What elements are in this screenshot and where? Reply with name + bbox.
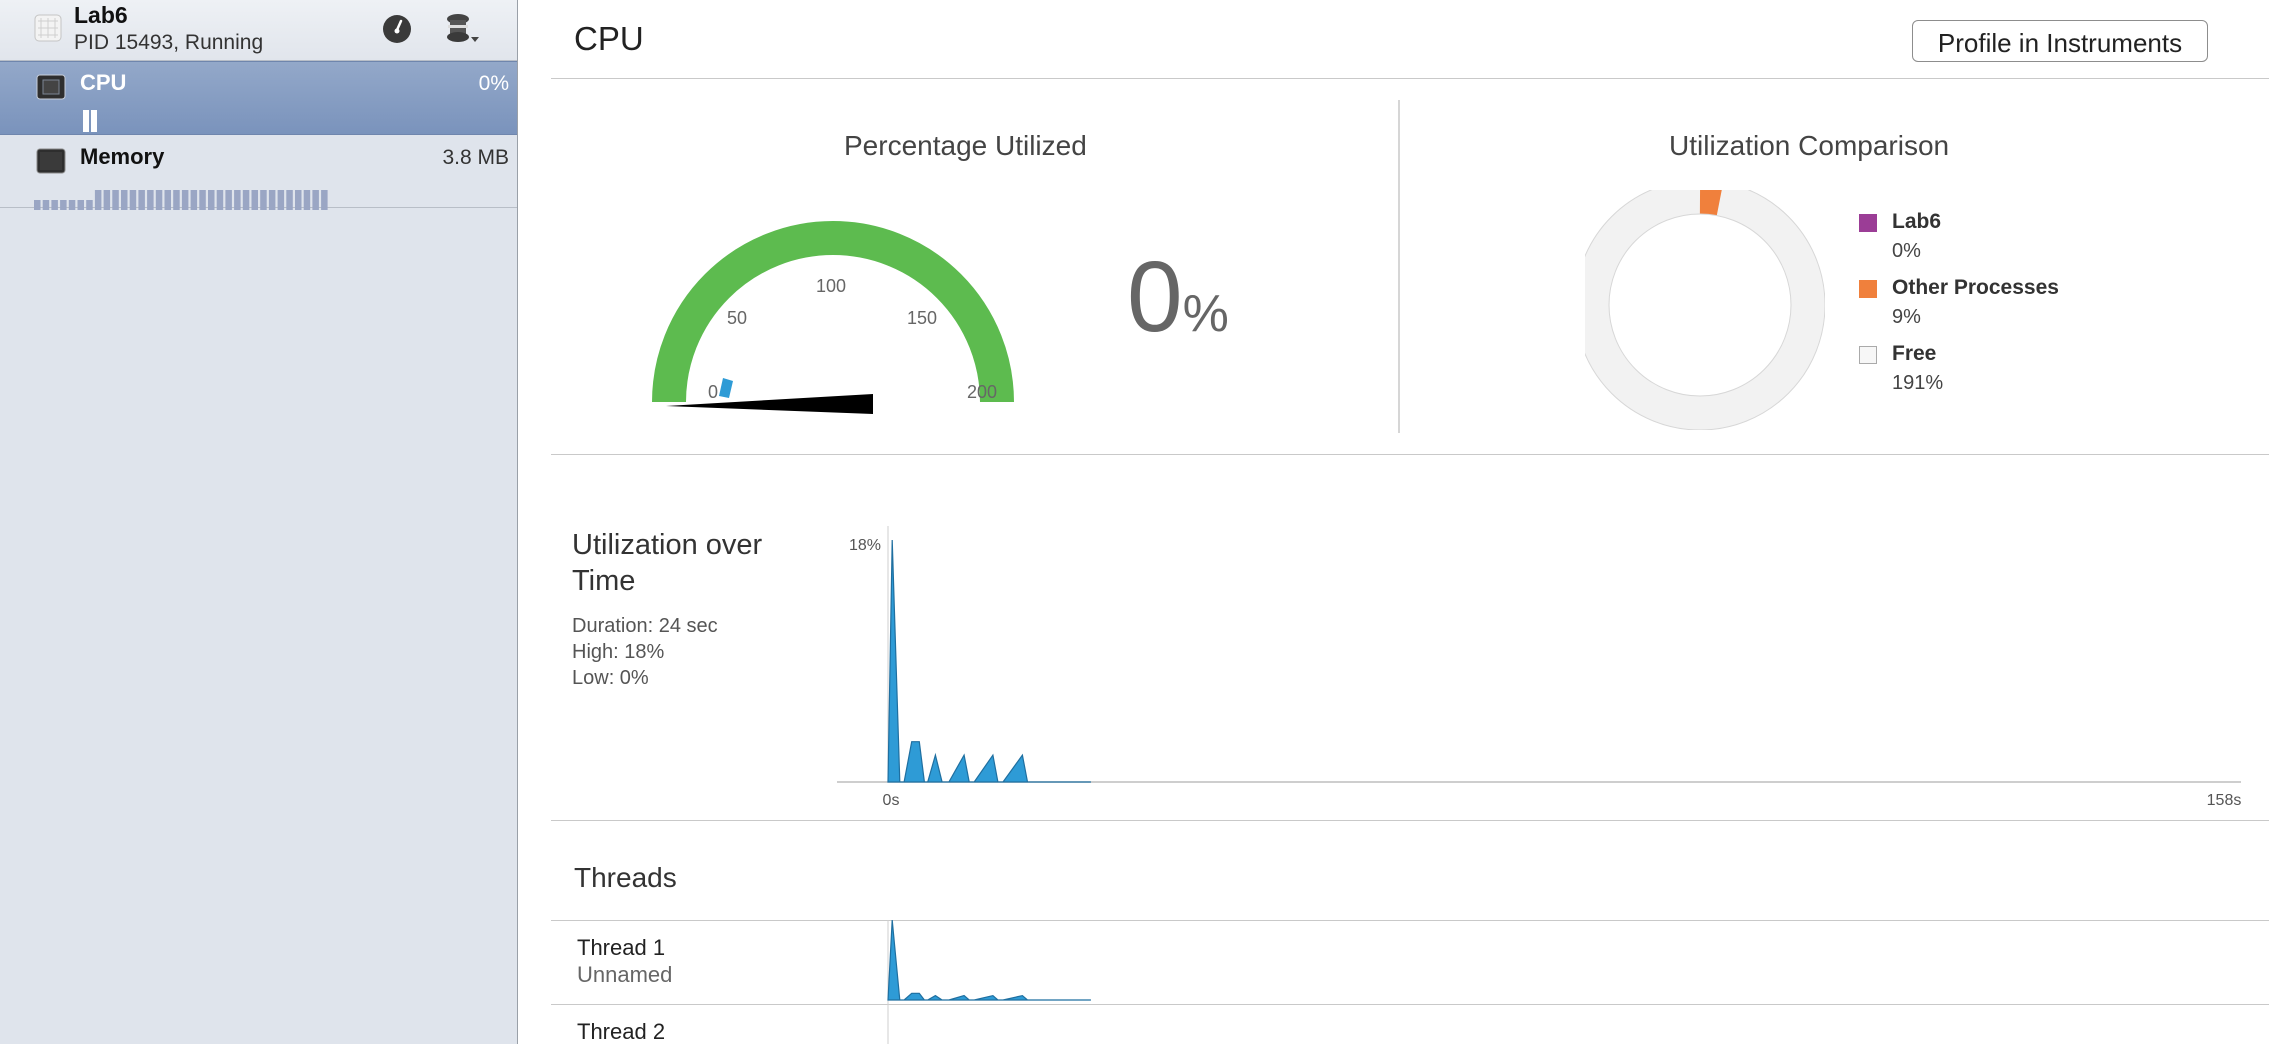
gauge-marker xyxy=(719,378,733,398)
sidebar-item-label: Memory xyxy=(80,144,165,169)
memory-mini-bar xyxy=(208,190,215,210)
memory-mini-bar xyxy=(155,190,163,210)
memory-mini-bar xyxy=(199,190,206,210)
thread-1-activity xyxy=(887,919,1091,1001)
memory-mini-bar xyxy=(147,190,154,210)
memory-mini-bar xyxy=(129,190,137,210)
utilization-gauge: 0 50 100 150 200 xyxy=(652,221,1014,414)
memory-mini-bar xyxy=(303,190,311,210)
memory-mini-bar xyxy=(94,190,102,210)
memory-mini-bar xyxy=(286,190,293,210)
debug-reel-icon[interactable] xyxy=(444,12,480,46)
cpu-report: CPU Profile in Instruments Percentage Ut… xyxy=(519,0,2280,1044)
legend-swatch xyxy=(1859,346,1877,364)
sidebar-item-value: 3.8 MB xyxy=(442,146,509,169)
legend-value: 191% xyxy=(1892,372,1944,394)
sidebar: Lab6 PID 15493, Running CPU 0% Memory 3.… xyxy=(0,0,518,1044)
gauge-tick-label: 100 xyxy=(816,276,846,296)
memory-mini-bar xyxy=(60,200,67,210)
thread-activity-graph xyxy=(887,919,1091,1044)
memory-mini-bar xyxy=(86,200,93,210)
process-status: PID 15493, Running xyxy=(74,31,264,54)
x-end-label: 158s xyxy=(2207,792,2242,809)
memory-mini-bar xyxy=(277,190,285,210)
memory-mini-bar xyxy=(51,200,58,210)
gauge-tick-label: 50 xyxy=(727,308,747,328)
memory-mini-bar xyxy=(121,190,128,210)
utilization-chart: 18% 0s 158s xyxy=(837,526,2242,809)
memory-mini-bar xyxy=(77,200,84,210)
percentage-value: 0% xyxy=(1127,241,1229,353)
divider xyxy=(551,454,2269,455)
cpu-mini-graph xyxy=(83,110,97,132)
memory-mini-bar xyxy=(164,190,171,210)
memory-mini-bar xyxy=(216,190,224,210)
gauge-tick-label: 150 xyxy=(907,308,937,328)
memory-mini-bar xyxy=(138,190,145,210)
memory-mini-bar xyxy=(251,190,258,210)
sidebar-item-memory[interactable]: Memory 3.8 MB xyxy=(0,136,517,210)
comparison-donut xyxy=(1585,190,1825,430)
legend-swatch xyxy=(1859,280,1877,298)
donut-other-slice xyxy=(1699,190,1722,216)
memory-mini-bar xyxy=(112,190,119,210)
donut-free-slice xyxy=(1585,190,1825,430)
legend-value: 0% xyxy=(1892,240,1921,262)
profile-in-instruments-button[interactable]: Profile in Instruments xyxy=(1912,20,2208,62)
memory-mini-bar xyxy=(260,190,267,210)
gauge-tick-label: 0 xyxy=(708,382,718,402)
gauges-icon[interactable] xyxy=(382,14,412,44)
legend-name: Free xyxy=(1892,342,1937,365)
process-name: Lab6 xyxy=(74,2,128,28)
sidebar-item-label: CPU xyxy=(80,70,127,95)
memory-mini-bar xyxy=(295,190,302,210)
memory-mini-bar xyxy=(225,190,232,210)
utilization-area-series xyxy=(887,539,1091,783)
gauge-arc xyxy=(652,221,1014,403)
memory-mini-bar xyxy=(42,200,50,210)
legend-name: Other Processes xyxy=(1892,276,2059,299)
legend-name: Lab6 xyxy=(1892,210,1942,233)
memory-mini-bar xyxy=(190,190,198,210)
gauge-title: Percentage Utilized xyxy=(844,130,1087,161)
memory-mini-bar xyxy=(268,190,276,210)
process-header: Lab6 PID 15493, Running xyxy=(0,0,517,61)
memory-mini-bar xyxy=(234,190,241,210)
memory-mini-bar xyxy=(173,190,180,210)
app-icon xyxy=(34,14,62,42)
memory-mini-bar xyxy=(103,190,111,210)
threads-title: Threads xyxy=(574,862,677,893)
y-max-label: 18% xyxy=(849,537,881,554)
memory-mini-bar xyxy=(321,190,328,210)
sidebar-item-value: 0% xyxy=(478,72,509,95)
memory-mini-graph xyxy=(34,190,328,210)
sidebar-item-cpu[interactable]: CPU 0% xyxy=(0,61,517,135)
divider xyxy=(551,78,2269,79)
x-start-label: 0s xyxy=(883,792,900,809)
memory-chip-icon xyxy=(36,148,66,174)
gauge-needle xyxy=(666,394,873,414)
memory-mini-bar xyxy=(68,200,76,210)
cpu-chip-icon xyxy=(36,74,66,100)
memory-mini-bar xyxy=(242,190,250,210)
gauge-tick-label: 200 xyxy=(967,382,997,402)
comparison-title: Utilization Comparison xyxy=(1669,130,1950,161)
memory-mini-bar xyxy=(312,190,319,210)
divider xyxy=(551,820,2269,821)
legend-swatch xyxy=(1859,214,1877,232)
divider xyxy=(1398,100,1400,433)
page-title: CPU xyxy=(574,20,644,57)
legend-value: 9% xyxy=(1892,306,1921,328)
memory-mini-bar xyxy=(34,200,41,210)
memory-mini-bar xyxy=(181,190,189,210)
